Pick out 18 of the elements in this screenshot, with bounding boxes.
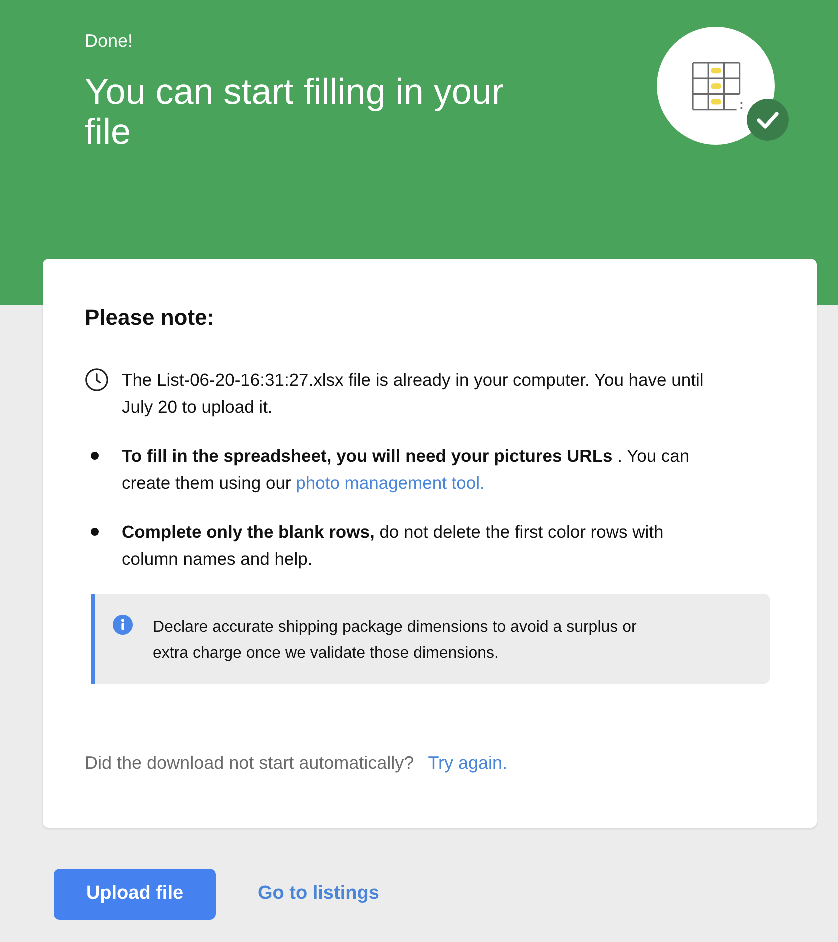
photo-tool-link[interactable]: photo management tool.: [296, 473, 485, 493]
bullet-icon: [91, 528, 99, 536]
note-text: To fill in the spreadsheet, you will need your pictures URLs . You can create them using our photo management tool.: [122, 445, 691, 495]
spreadsheet-icon: [657, 27, 775, 145]
section-heading: Please note:: [85, 304, 216, 332]
status-text: Done!: [85, 30, 134, 52]
check-icon: [747, 99, 789, 141]
note-text: Complete only the blank rows, do not delete the first color rows with column names and help.: [122, 521, 665, 571]
bullet-icon: [91, 452, 99, 460]
info-icon: [113, 615, 133, 635]
listings-link[interactable]: Go to listings: [258, 880, 380, 909]
note-text: The List-06-20-16:31:27.xlsx file is already in your computer. You have until July 20 to upload it.: [122, 369, 705, 419]
page-title: You can start filling in your file: [85, 72, 505, 152]
retry-question: Did the download not start automatically?: [85, 752, 414, 775]
try-again-link[interactable]: Try again.: [428, 751, 508, 775]
upload-file-button[interactable]: Upload file: [54, 869, 216, 920]
clock-icon: [85, 368, 109, 392]
notice-text: Declare accurate shipping package dimensions to avoid a surplus or extra charge once we validate those dimensions.: [153, 618, 638, 664]
